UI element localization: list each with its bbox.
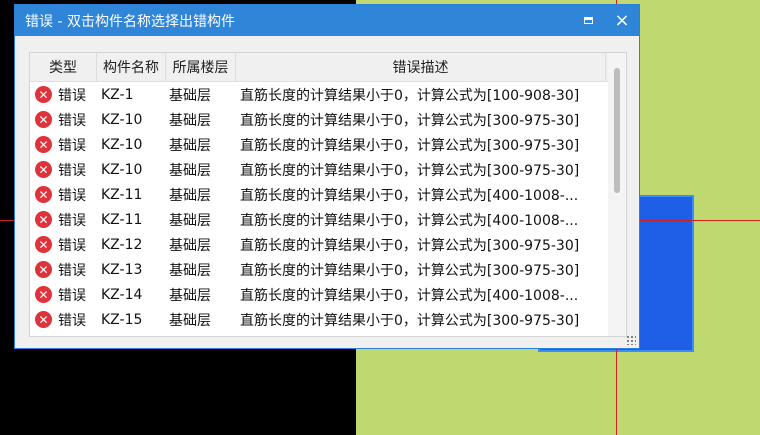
column-header-name[interactable]: 构件名称 [97,53,166,81]
cell-type: ✕ 错误 [30,260,97,280]
type-label: 错误 [58,212,86,229]
cell-type: ✕ 错误 [30,135,97,155]
type-label: 错误 [58,162,86,179]
error-circle-x-icon: ✕ [35,261,52,278]
cell-type: ✕ 错误 [30,310,97,330]
table-row[interactable]: ✕ 错误 KZ-11 基础层 直筋长度的计算结果小于0，计算公式为[400-10… [30,207,626,232]
cell-description: 直筋长度的计算结果小于0，计算公式为[400-1008-... [240,187,579,204]
cell-floor: 基础层 [169,237,211,254]
table-row[interactable]: ✕ 错误 KZ-1 基础层 直筋长度的计算结果小于0，计算公式为[100-908… [30,82,626,107]
vertical-scrollbar[interactable] [608,53,626,336]
cell-description: 直筋长度的计算结果小于0，计算公式为[300-975-30] [240,237,580,254]
cell-floor: 基础层 [169,212,211,229]
column-header-description[interactable]: 错误描述 [236,53,606,81]
cell-component-name[interactable]: KZ-10 [97,162,166,178]
table-row[interactable]: ✕ 错误 KZ-10 基础层 直筋长度的计算结果小于0，计算公式为[300-97… [30,157,626,182]
error-circle-x-icon: ✕ [35,186,52,203]
error-circle-x-icon: ✕ [35,161,52,178]
table-row[interactable]: ✕ 错误 KZ-14 基础层 直筋长度的计算结果小于0，计算公式为[400-10… [30,282,626,307]
cell-type: ✕ 错误 [30,85,97,105]
cell-description: 直筋长度的计算结果小于0，计算公式为[100-908-30] [240,87,580,104]
close-button[interactable]: × [605,5,639,36]
cell-type: ✕ 错误 [30,110,97,130]
type-label: 错误 [58,87,86,104]
cell-floor: 基础层 [169,312,211,329]
error-circle-x-icon: ✕ [35,311,52,328]
close-icon: × [614,10,630,31]
error-circle-x-icon: ✕ [35,111,52,128]
cell-component-name[interactable]: KZ-14 [97,287,166,303]
maximize-button[interactable] [571,5,605,36]
cell-component-name[interactable]: KZ-13 [97,262,166,278]
type-label: 错误 [58,237,86,254]
type-label: 错误 [58,112,86,129]
table-row[interactable]: ✕ 错误 KZ-13 基础层 直筋长度的计算结果小于0，计算公式为[300-97… [30,257,626,282]
dialog-titlebar[interactable]: 错误 - 双击构件名称选择出错构件 × [15,5,639,36]
cell-description: 直筋长度的计算结果小于0，计算公式为[400-1008-... [240,212,579,229]
cell-component-name[interactable]: KZ-12 [97,237,166,253]
cell-floor: 基础层 [169,287,211,304]
cell-description: 直筋长度的计算结果小于0，计算公式为[300-975-30] [240,312,580,329]
cell-type: ✕ 错误 [30,285,97,305]
cell-type: ✕ 错误 [30,235,97,255]
table-row[interactable]: ✕ 错误 KZ-10 基础层 直筋长度的计算结果小于0，计算公式为[300-97… [30,107,626,132]
cell-component-name[interactable]: KZ-15 [97,312,166,328]
error-dialog: 错误 - 双击构件名称选择出错构件 × 类型 构件名称 所属楼层 错误描述 ✕ … [14,4,640,349]
table-row[interactable]: ✕ 错误 KZ-10 基础层 直筋长度的计算结果小于0，计算公式为[300-97… [30,132,626,157]
cell-description: 直筋长度的计算结果小于0，计算公式为[400-1008-... [240,287,579,304]
type-label: 错误 [58,187,86,204]
table-row[interactable]: ✕ 错误 KZ-11 基础层 直筋长度的计算结果小于0，计算公式为[400-10… [30,182,626,207]
cell-component-name[interactable]: KZ-11 [97,187,166,203]
dialog-title: 错误 - 双击构件名称选择出错构件 [25,13,235,30]
cell-floor: 基础层 [169,112,211,129]
type-label: 错误 [58,287,86,304]
cell-description: 直筋长度的计算结果小于0，计算公式为[300-975-30] [240,112,580,129]
cell-component-name[interactable]: KZ-11 [97,212,166,228]
type-label: 错误 [58,137,86,154]
table-header: 类型 构件名称 所属楼层 错误描述 [30,53,626,82]
column-header-floor[interactable]: 所属楼层 [166,53,236,81]
error-circle-x-icon: ✕ [35,286,52,303]
cell-floor: 基础层 [169,137,211,154]
table-row[interactable]: ✕ 错误 KZ-12 基础层 直筋长度的计算结果小于0，计算公式为[300-97… [30,232,626,257]
cell-description: 直筋长度的计算结果小于0，计算公式为[300-975-30] [240,262,580,279]
resize-grip-icon[interactable] [626,335,636,345]
cell-description: 直筋长度的计算结果小于0，计算公式为[300-975-30] [240,162,580,179]
scrollbar-thumb[interactable] [614,68,620,193]
error-table: 类型 构件名称 所属楼层 错误描述 ✕ 错误 KZ-1 基础层 直筋长度的计算结… [29,52,627,337]
error-circle-x-icon: ✕ [35,86,52,103]
cell-floor: 基础层 [169,162,211,179]
cell-description: 直筋长度的计算结果小于0，计算公式为[300-975-30] [240,137,580,154]
cell-floor: 基础层 [169,87,211,104]
type-label: 错误 [58,312,86,329]
cell-type: ✕ 错误 [30,160,97,180]
column-header-type[interactable]: 类型 [30,53,97,81]
error-circle-x-icon: ✕ [35,211,52,228]
cell-floor: 基础层 [169,262,211,279]
maximize-icon [583,17,593,24]
table-body: ✕ 错误 KZ-1 基础层 直筋长度的计算结果小于0，计算公式为[100-908… [30,82,626,332]
error-circle-x-icon: ✕ [35,236,52,253]
cell-component-name[interactable]: KZ-10 [97,137,166,153]
type-label: 错误 [58,262,86,279]
table-row[interactable]: ✕ 错误 KZ-15 基础层 直筋长度的计算结果小于0，计算公式为[300-97… [30,307,626,332]
cell-type: ✕ 错误 [30,185,97,205]
cell-component-name[interactable]: KZ-1 [97,87,166,103]
error-circle-x-icon: ✕ [35,136,52,153]
cell-component-name[interactable]: KZ-10 [97,112,166,128]
cell-type: ✕ 错误 [30,210,97,230]
cell-floor: 基础层 [169,187,211,204]
